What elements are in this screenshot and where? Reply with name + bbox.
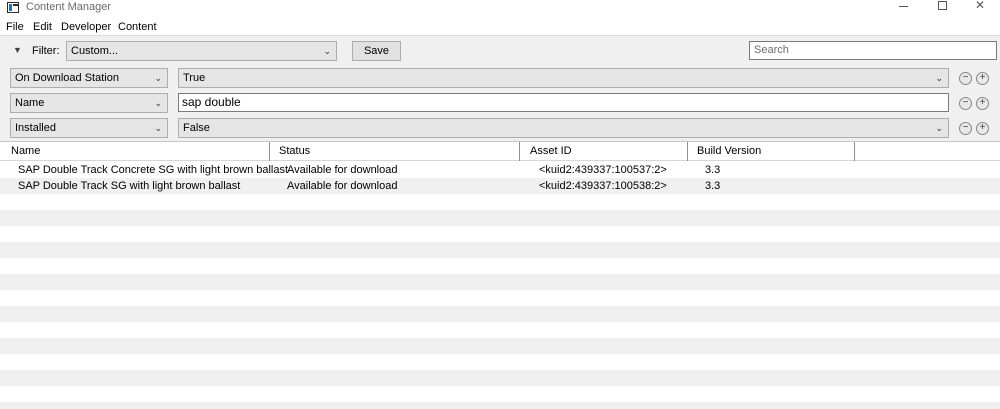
- add-criteria-icon[interactable]: +: [976, 122, 989, 135]
- criteria-text-input[interactable]: sap double: [178, 93, 949, 112]
- column-header-build-version[interactable]: Build Version: [688, 142, 855, 161]
- criteria-field-dropdown[interactable]: Name ⌄: [10, 93, 168, 113]
- filter-dropdown-value: Custom...: [71, 45, 119, 57]
- menu-bar: File Edit Developer Content: [0, 18, 1000, 35]
- empty-row: [0, 338, 1000, 354]
- empty-row: [0, 386, 1000, 402]
- close-button[interactable]: ✕: [973, 0, 987, 12]
- cell-build: 3.3: [705, 180, 721, 192]
- table-row[interactable]: SAP Double Track SG with light brown bal…: [0, 178, 1000, 194]
- cell-status: Available for download: [287, 164, 398, 176]
- maximize-icon: [937, 1, 947, 10]
- search-input[interactable]: Search: [749, 41, 997, 60]
- filter-panel: ▼ Filter: Custom... ⌄ Save Search On Dow…: [0, 35, 1000, 141]
- chevron-down-icon: ⌄: [935, 123, 943, 133]
- save-button[interactable]: Save: [352, 41, 401, 61]
- empty-row: [0, 370, 1000, 386]
- cell-status: Available for download: [287, 180, 398, 192]
- criteria-value: False: [183, 122, 210, 134]
- filter-dropdown[interactable]: Custom... ⌄: [66, 41, 337, 61]
- cell-build: 3.3: [705, 164, 721, 176]
- asset-list: SAP Double Track Concrete SG with light …: [0, 162, 1000, 409]
- chevron-down-icon: ⌄: [154, 123, 162, 133]
- add-criteria-icon[interactable]: +: [976, 97, 989, 110]
- window-title: Content Manager: [26, 1, 111, 13]
- cell-name: SAP Double Track SG with light brown bal…: [18, 180, 241, 192]
- criteria-field-value: On Download Station: [15, 72, 119, 84]
- criteria-field-dropdown[interactable]: Installed ⌄: [10, 118, 168, 138]
- minimize-icon: [898, 6, 908, 7]
- cell-asset-id: <kuid2:439337:100537:2>: [539, 164, 667, 176]
- chevron-down-icon: ⌄: [154, 73, 162, 83]
- cell-asset-id: <kuid2:439337:100538:2>: [539, 180, 667, 192]
- add-criteria-icon[interactable]: +: [976, 72, 989, 85]
- remove-criteria-icon[interactable]: −: [959, 97, 972, 110]
- column-header-asset-id[interactable]: Asset ID: [520, 142, 688, 161]
- empty-row: [0, 226, 1000, 242]
- criteria-value-dropdown[interactable]: False ⌄: [178, 118, 949, 138]
- criteria-field-value: Installed: [15, 122, 56, 134]
- column-header-status[interactable]: Status: [270, 142, 520, 161]
- empty-row: [0, 210, 1000, 226]
- filter-label: Filter:: [32, 45, 60, 57]
- remove-criteria-icon[interactable]: −: [959, 72, 972, 85]
- empty-row: [0, 242, 1000, 258]
- empty-row: [0, 322, 1000, 338]
- criteria-field-dropdown[interactable]: On Download Station ⌄: [10, 68, 168, 88]
- menu-file[interactable]: File: [6, 20, 24, 34]
- menu-developer[interactable]: Developer: [61, 20, 111, 34]
- chevron-down-icon: ⌄: [154, 98, 162, 108]
- empty-row: [0, 258, 1000, 274]
- empty-row: [0, 306, 1000, 322]
- remove-criteria-icon[interactable]: −: [959, 122, 972, 135]
- chevron-down-icon: ⌄: [323, 46, 331, 56]
- table-header: Name Status Asset ID Build Version: [0, 141, 1000, 161]
- close-icon: ✕: [974, 0, 986, 12]
- empty-row: [0, 402, 1000, 409]
- empty-row: [0, 290, 1000, 306]
- criteria-value-dropdown[interactable]: True ⌄: [178, 68, 949, 88]
- title-bar: Content Manager ✕: [0, 0, 1000, 17]
- chevron-down-icon: ⌄: [935, 73, 943, 83]
- app-icon: [7, 2, 19, 13]
- criteria-value: True: [183, 72, 206, 84]
- empty-row: [0, 194, 1000, 210]
- minimize-button[interactable]: [896, 0, 910, 12]
- empty-row: [0, 274, 1000, 290]
- column-header-name[interactable]: Name: [0, 142, 270, 161]
- maximize-button[interactable]: [935, 0, 949, 12]
- criteria-field-value: Name: [15, 97, 45, 109]
- menu-content[interactable]: Content: [118, 20, 157, 34]
- table-row[interactable]: SAP Double Track Concrete SG with light …: [0, 162, 1000, 178]
- cell-name: SAP Double Track Concrete SG with light …: [18, 164, 289, 176]
- collapse-triangle-icon[interactable]: ▼: [13, 45, 22, 55]
- empty-row: [0, 354, 1000, 370]
- menu-edit[interactable]: Edit: [33, 20, 52, 34]
